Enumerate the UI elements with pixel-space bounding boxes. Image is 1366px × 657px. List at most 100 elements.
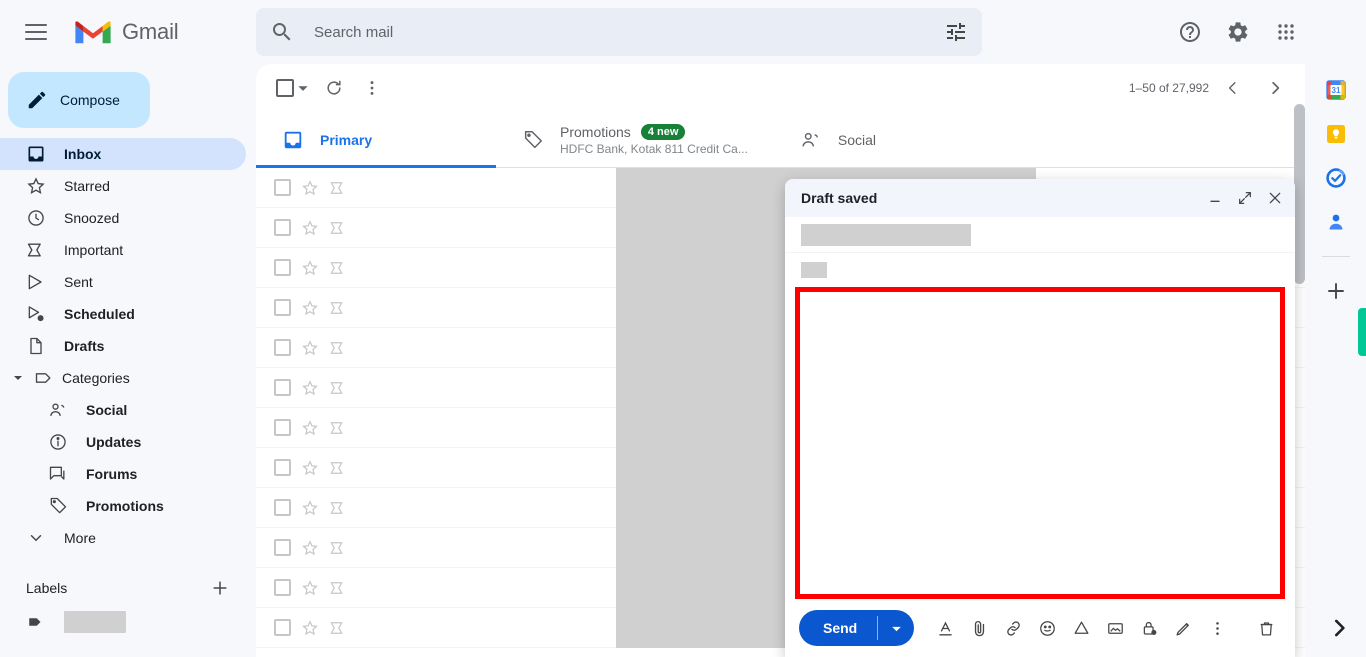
label-item[interactable] — [0, 606, 256, 638]
checkbox-icon[interactable] — [273, 179, 291, 196]
trash-icon[interactable] — [1251, 613, 1281, 643]
star-icon[interactable] — [300, 418, 320, 438]
checkbox-icon[interactable] — [273, 219, 291, 236]
tab-label: Promotions — [560, 124, 631, 140]
checkbox-icon[interactable] — [273, 499, 291, 516]
sidebar-item-more[interactable]: More — [0, 522, 246, 554]
select-all-control[interactable] — [272, 75, 314, 101]
sidebar-item-snoozed[interactable]: Snoozed — [0, 202, 246, 234]
checkbox-icon[interactable] — [273, 419, 291, 436]
important-icon[interactable] — [328, 618, 348, 638]
settings-icon[interactable] — [1216, 10, 1260, 54]
format-text-icon[interactable] — [930, 613, 960, 643]
chevron-right-icon[interactable] — [1326, 615, 1354, 643]
important-icon[interactable] — [328, 538, 348, 558]
compose-window: Draft saved Send — [785, 179, 1295, 657]
confidential-mode-icon[interactable] — [1134, 613, 1164, 643]
star-icon[interactable] — [300, 498, 320, 518]
attach-file-icon[interactable] — [964, 613, 994, 643]
star-icon[interactable] — [300, 298, 320, 318]
more-options-icon[interactable] — [1202, 613, 1232, 643]
tab-social[interactable]: Social — [774, 112, 1014, 168]
checkbox-icon[interactable] — [273, 259, 291, 276]
sidebar-item-promotions[interactable]: Promotions — [0, 490, 246, 522]
plus-icon[interactable] — [210, 578, 230, 598]
star-icon[interactable] — [300, 538, 320, 558]
insert-photo-icon[interactable] — [1100, 613, 1130, 643]
sidebar-item-scheduled[interactable]: Scheduled — [0, 298, 246, 330]
google-calendar-icon[interactable]: 31 — [1324, 78, 1348, 102]
google-keep-icon[interactable] — [1324, 122, 1348, 146]
chevron-left-icon[interactable] — [1215, 70, 1251, 106]
checkbox-icon[interactable] — [273, 339, 291, 356]
checkbox-icon[interactable] — [273, 539, 291, 556]
apps-grid-icon[interactable] — [1264, 10, 1308, 54]
checkbox-icon[interactable] — [273, 619, 291, 636]
hamburger-icon[interactable] — [12, 8, 60, 56]
caret-down-icon[interactable] — [296, 81, 310, 95]
important-icon[interactable] — [328, 378, 348, 398]
list-scrollbar[interactable] — [1294, 104, 1305, 284]
checkbox-icon[interactable] — [276, 79, 294, 97]
sidebar-item-sent[interactable]: Sent — [0, 266, 246, 298]
send-button-group[interactable]: Send — [799, 610, 915, 646]
insert-link-icon[interactable] — [998, 613, 1028, 643]
checkbox-icon[interactable] — [273, 459, 291, 476]
help-icon[interactable] — [1168, 10, 1212, 54]
insert-drive-icon[interactable] — [1066, 613, 1096, 643]
important-icon[interactable] — [328, 458, 348, 478]
star-icon[interactable] — [300, 178, 320, 198]
sidebar-item-inbox[interactable]: Inbox — [0, 138, 246, 170]
search-input[interactable] — [314, 23, 944, 41]
checkbox-icon[interactable] — [273, 379, 291, 396]
star-icon[interactable] — [300, 458, 320, 478]
important-icon[interactable] — [328, 218, 348, 238]
send-options-icon[interactable] — [878, 622, 914, 635]
more-vertical-icon[interactable] — [354, 70, 390, 106]
sidebar-item-label: Updates — [86, 434, 142, 450]
refresh-icon[interactable] — [316, 70, 352, 106]
plus-icon[interactable] — [1324, 279, 1348, 303]
star-icon[interactable] — [300, 578, 320, 598]
search-options-icon[interactable] — [944, 20, 968, 44]
checkbox-icon[interactable] — [273, 579, 291, 596]
important-icon[interactable] — [328, 578, 348, 598]
sidebar-item-updates[interactable]: Updates — [0, 426, 246, 458]
star-icon[interactable] — [300, 378, 320, 398]
important-icon[interactable] — [328, 338, 348, 358]
important-icon[interactable] — [328, 498, 348, 518]
star-icon[interactable] — [300, 618, 320, 638]
important-icon[interactable] — [328, 178, 348, 198]
insert-emoji-icon[interactable] — [1032, 613, 1062, 643]
close-icon[interactable] — [1265, 188, 1285, 208]
expand-icon[interactable] — [1235, 188, 1255, 208]
sidebar-item-drafts[interactable]: Drafts — [0, 330, 246, 362]
chat-accent-tab[interactable] — [1358, 308, 1366, 356]
search-bar[interactable] — [256, 8, 982, 56]
google-contacts-icon[interactable] — [1324, 210, 1348, 234]
message-body-input[interactable] — [800, 292, 1280, 594]
sidebar-item-important[interactable]: Important — [0, 234, 246, 266]
sidebar-item-forums[interactable]: Forums — [0, 458, 246, 490]
chevron-right-icon[interactable] — [1257, 70, 1293, 106]
sidebar-item-social[interactable]: Social — [0, 394, 246, 426]
star-icon[interactable] — [300, 258, 320, 278]
top-actions — [1168, 8, 1308, 56]
tab-primary[interactable]: Primary — [256, 112, 496, 168]
star-icon[interactable] — [300, 338, 320, 358]
insert-signature-icon[interactable] — [1168, 613, 1198, 643]
important-icon[interactable] — [328, 258, 348, 278]
minimize-icon[interactable] — [1205, 188, 1225, 208]
google-tasks-icon[interactable] — [1324, 166, 1348, 190]
star-icon[interactable] — [300, 218, 320, 238]
recipient-field[interactable] — [785, 217, 1295, 253]
compose-button[interactable]: Compose — [8, 72, 150, 128]
important-icon[interactable] — [328, 418, 348, 438]
subject-field[interactable] — [785, 253, 1295, 287]
checkbox-icon[interactable] — [273, 299, 291, 316]
important-icon[interactable] — [328, 298, 348, 318]
sidebar-item-starred[interactable]: Starred — [0, 170, 246, 202]
tab-promotions[interactable]: Promotions 4 new HDFC Bank, Kotak 811 Cr… — [496, 112, 774, 168]
sidebar-item-categories[interactable]: Categories — [0, 362, 246, 394]
send-button[interactable]: Send — [799, 620, 877, 636]
